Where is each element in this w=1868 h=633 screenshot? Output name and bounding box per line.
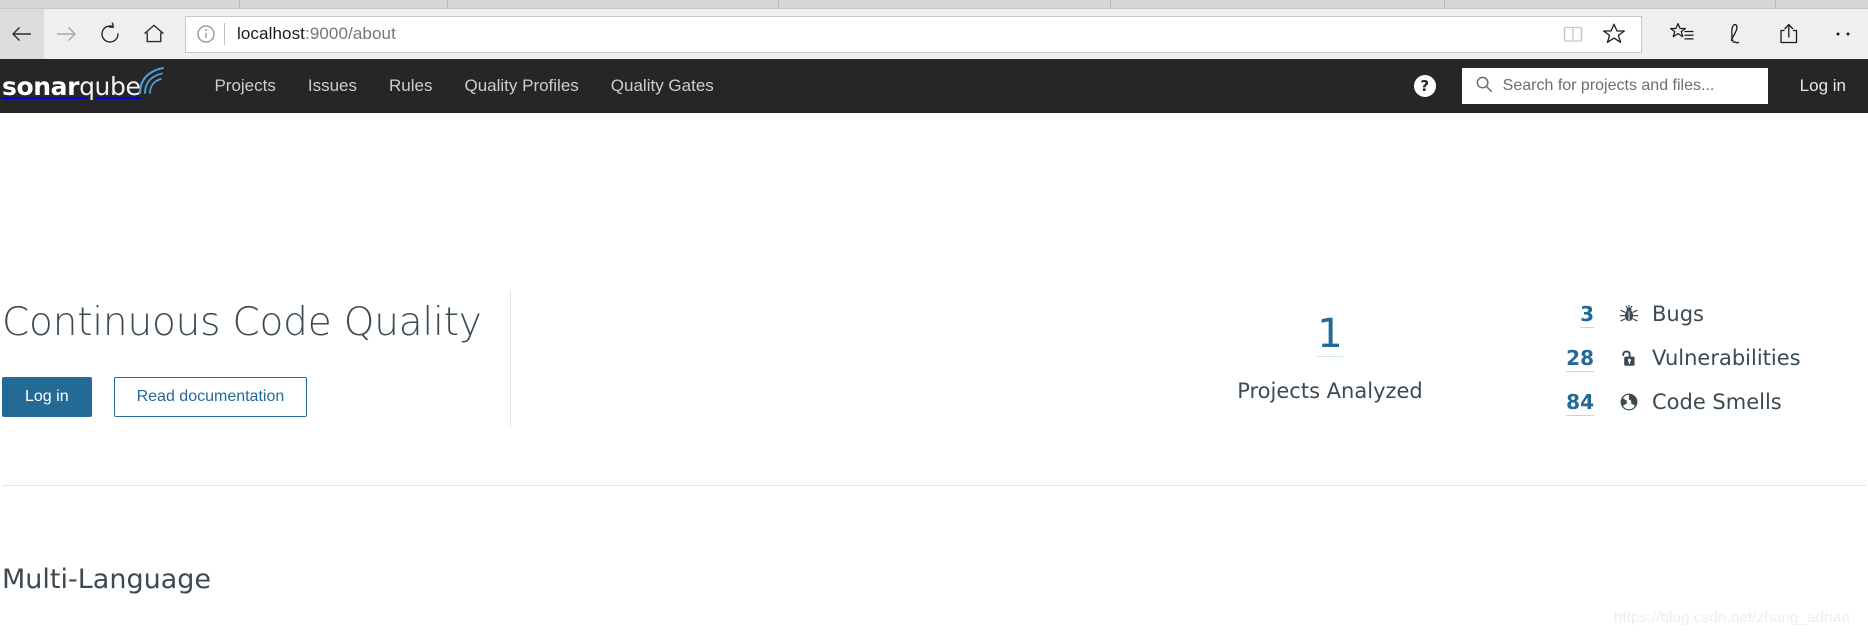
metric-row-vulnerabilities: 28 Vulnerabilities	[1538, 346, 1848, 372]
browser-toolbar-actions	[1654, 20, 1856, 48]
hero-stats: 1 Projects Analyzed 3 Bugs 28 Vulnerabil…	[511, 302, 1868, 416]
projects-analyzed-stat: 1 Projects Analyzed	[1180, 314, 1480, 403]
home-icon	[141, 21, 167, 47]
bugs-count[interactable]: 3	[1538, 302, 1594, 328]
favorite-star-icon[interactable]	[1601, 21, 1627, 47]
share-icon[interactable]	[1776, 20, 1804, 48]
web-note-pen-icon[interactable]	[1722, 20, 1750, 48]
page-title: Continuous Code Quality	[2, 299, 482, 345]
browser-tab[interactable]	[0, 0, 240, 8]
read-documentation-button[interactable]: Read documentation	[113, 376, 308, 417]
nav-item-issues[interactable]: Issues	[292, 59, 373, 113]
login-button[interactable]: Log in	[2, 376, 92, 417]
navbar-right: ? Log in	[1413, 68, 1868, 104]
refresh-button[interactable]	[88, 9, 132, 59]
projects-analyzed-label: Projects Analyzed	[1237, 378, 1423, 403]
logo-qube: qube	[79, 71, 141, 101]
code-smells-label: Code Smells	[1652, 390, 1782, 414]
vulnerabilities-label: Vulnerabilities	[1652, 346, 1801, 370]
sonarqube-navbar: sonarqube Projects Issues Rules Quality …	[0, 59, 1868, 113]
arrow-left-icon	[9, 21, 35, 47]
sonarqube-logo[interactable]: sonarqube	[0, 59, 176, 113]
address-bar-actions	[1561, 21, 1633, 47]
search-input[interactable]	[1502, 77, 1758, 95]
projects-analyzed-count[interactable]: 1	[1317, 314, 1343, 357]
more-options-icon[interactable]	[1830, 21, 1856, 47]
arrow-right-icon	[53, 21, 79, 47]
address-bar[interactable]: localhost:9000/about	[185, 15, 1642, 53]
code-smells-count-value: 84	[1566, 390, 1594, 416]
page-content: Continuous Code Quality Log in Read docu…	[0, 113, 1868, 632]
browser-tabstrip[interactable]	[0, 0, 1868, 9]
search-icon	[1475, 75, 1493, 98]
sonarqube-arcs-icon	[136, 65, 170, 100]
sonarqube-logo-text: sonarqube	[2, 71, 141, 101]
main-nav: Projects Issues Rules Quality Profiles Q…	[198, 59, 729, 113]
browser-tab[interactable]	[1111, 0, 1445, 8]
logo-sonar: sonar	[2, 71, 80, 101]
vulnerabilities-count[interactable]: 28	[1538, 346, 1594, 372]
hero-section: Continuous Code Quality Log in Read docu…	[0, 113, 1868, 485]
forward-button[interactable]	[44, 9, 88, 59]
home-button[interactable]	[132, 9, 176, 59]
vulnerabilities-count-value: 28	[1566, 346, 1594, 372]
navbar-login-link[interactable]: Log in	[1800, 76, 1846, 96]
search-box[interactable]	[1461, 68, 1768, 104]
browser-tab[interactable]	[779, 0, 1111, 8]
nav-item-quality-gates[interactable]: Quality Gates	[595, 59, 730, 113]
browser-toolbar: localhost:9000/about	[0, 9, 1868, 59]
address-bar-url[interactable]: localhost:9000/about	[237, 24, 1561, 44]
open-padlock-icon	[1612, 347, 1646, 369]
code-smell-icon	[1612, 391, 1646, 413]
nav-item-projects[interactable]: Projects	[198, 59, 291, 113]
back-button[interactable]	[0, 9, 44, 59]
bugs-count-value: 3	[1580, 302, 1594, 328]
nav-item-rules[interactable]: Rules	[373, 59, 448, 113]
watermark: https://blog.csdn.net/zhang_adrian	[1613, 609, 1850, 626]
hero-buttons: Log in Read documentation	[2, 376, 510, 417]
site-info-icon[interactable]	[196, 24, 216, 44]
help-icon[interactable]: ?	[1413, 75, 1436, 97]
code-smells-count[interactable]: 84	[1538, 390, 1594, 416]
url-host: localhost	[237, 24, 305, 43]
reading-view-icon[interactable]	[1561, 22, 1585, 46]
refresh-icon	[97, 21, 123, 47]
browser-tab[interactable]	[448, 0, 779, 8]
url-path: :9000/about	[305, 24, 396, 43]
hero-left: Continuous Code Quality Log in Read docu…	[0, 300, 510, 417]
address-bar-divider	[224, 23, 225, 45]
metric-row-bugs: 3 Bugs	[1538, 302, 1848, 328]
bug-icon	[1612, 303, 1646, 325]
feature-title: Multi-Language	[2, 564, 211, 595]
metrics-list: 3 Bugs 28 Vulnerabilities 84 Code Smells	[1538, 302, 1848, 416]
browser-chrome: localhost:9000/about	[0, 0, 1868, 59]
bugs-label: Bugs	[1652, 302, 1704, 326]
metric-row-code-smells: 84 Code Smells	[1538, 390, 1848, 416]
nav-item-quality-profiles[interactable]: Quality Profiles	[448, 59, 594, 113]
browser-tab[interactable]	[1445, 0, 1776, 8]
favorites-hub-icon[interactable]	[1668, 20, 1696, 48]
browser-tab[interactable]	[240, 0, 448, 8]
feature-section: Multi-Language	[0, 486, 1868, 595]
